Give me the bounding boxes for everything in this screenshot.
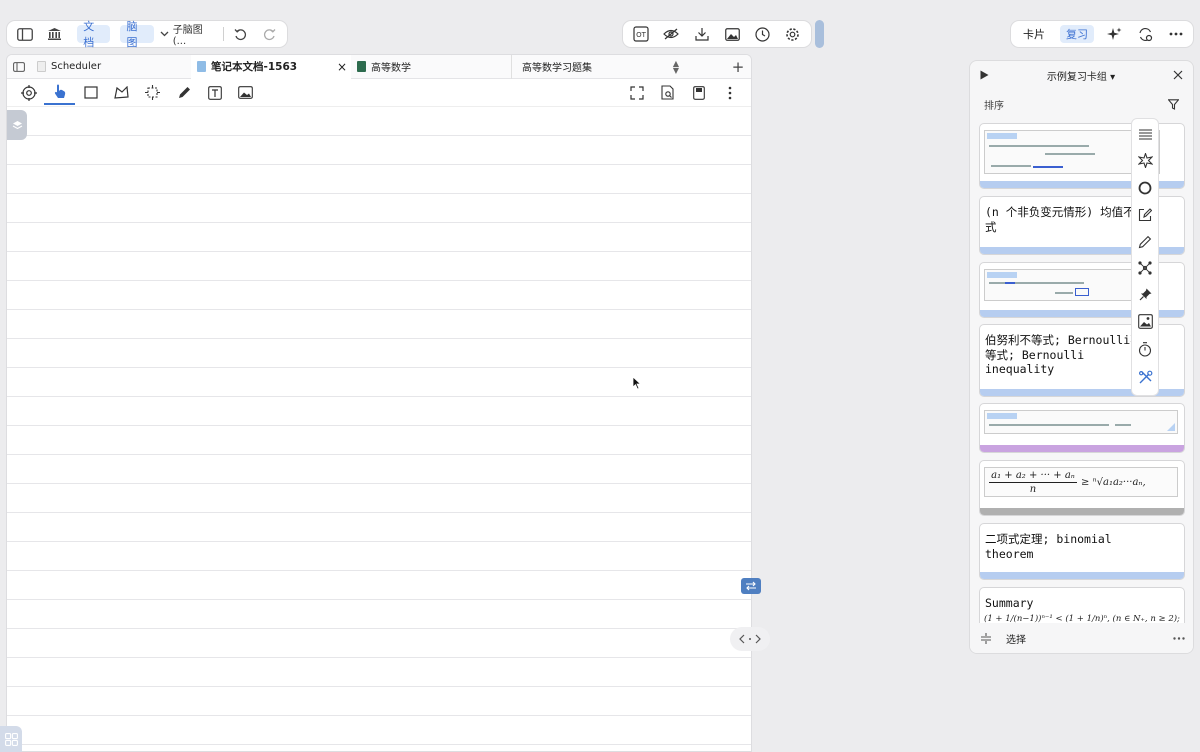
- node-graph-icon[interactable]: [1138, 261, 1152, 275]
- tab-label: Scheduler: [51, 61, 102, 72]
- mouse-cursor-icon: [632, 376, 642, 390]
- chevron-down-icon[interactable]: [160, 31, 169, 37]
- sort-lines-icon[interactable]: [980, 632, 992, 644]
- sidebar-toggle-icon[interactable]: [13, 24, 36, 44]
- sort-button[interactable]: 排序: [984, 97, 1004, 112]
- fullscreen-icon[interactable]: [621, 81, 652, 105]
- review-card[interactable]: 二项式定理; binomial theorem: [979, 523, 1185, 580]
- doc-mode-button[interactable]: 文档: [77, 20, 111, 49]
- card-status-strip: [980, 572, 1184, 579]
- eye-off-icon[interactable]: [657, 22, 685, 46]
- circle-icon[interactable]: [1138, 181, 1152, 195]
- image-icon[interactable]: [718, 22, 746, 46]
- swap-arrows-icon[interactable]: [741, 578, 761, 594]
- card-text: Summary: [985, 596, 1034, 610]
- play-icon[interactable]: [980, 70, 989, 80]
- document-pane: Scheduler 笔记本文档-1563 × 高等数学 高等数学习题集 ▲ ▼ +: [6, 54, 752, 752]
- card-thumbnail: [984, 269, 1154, 301]
- tab-scheduler[interactable]: Scheduler: [31, 55, 191, 79]
- split-view-icon[interactable]: [7, 61, 31, 72]
- document-search-icon[interactable]: [652, 81, 683, 105]
- edit-note-icon[interactable]: [1138, 208, 1152, 222]
- submap-selector[interactable]: 子脑图 (...: [173, 21, 218, 47]
- collapse-panel-icon[interactable]: [730, 627, 770, 651]
- book-icon: [357, 61, 366, 72]
- ocr-icon[interactable]: OT: [627, 22, 655, 46]
- download-icon[interactable]: [688, 22, 716, 46]
- hand-pointer-icon[interactable]: [44, 81, 75, 105]
- lasso-select-icon[interactable]: [106, 81, 137, 105]
- picture-icon[interactable]: [1137, 314, 1153, 329]
- deck-title[interactable]: 示例复习卡组 ▾: [1047, 68, 1115, 83]
- toolbar-divider: [222, 27, 224, 41]
- panel-footer: 选择: [970, 623, 1193, 653]
- notebook-canvas[interactable]: [7, 107, 751, 751]
- tab-notebook-doc[interactable]: 笔记本文档-1563 ×: [191, 55, 351, 79]
- settings-gear-icon[interactable]: [779, 22, 807, 46]
- timer-icon[interactable]: [1138, 341, 1152, 357]
- filter-icon[interactable]: [1168, 98, 1179, 110]
- pen-icon[interactable]: [168, 81, 199, 105]
- review-cards-panel: 示例复习卡组 ▾ 排序 (n 个非负变元情形) 均值不等 式 伯努利不等式; B…: [969, 60, 1194, 654]
- tab-label: 笔记本文档-1563: [211, 61, 298, 73]
- vertical-more-icon[interactable]: [714, 81, 745, 105]
- sync-settings-icon[interactable]: [1134, 24, 1156, 44]
- focus-target-icon[interactable]: [13, 81, 44, 105]
- select-button[interactable]: 选择: [1006, 631, 1026, 646]
- insert-image-icon[interactable]: [230, 81, 261, 105]
- card-text: 二项式定理; binomial theorem: [985, 532, 1112, 561]
- tab-math-exercises[interactable]: 高等数学习题集 ▲ ▼: [511, 55, 691, 79]
- tools-icon[interactable]: [1138, 370, 1153, 385]
- document-icon: [37, 61, 46, 72]
- mindmap-mode-button[interactable]: 脑图: [120, 20, 154, 49]
- footer-more-icon[interactable]: [1173, 636, 1185, 640]
- new-tab-plus-icon[interactable]: +: [725, 58, 751, 76]
- panel-header: 示例复习卡组 ▾: [970, 61, 1193, 89]
- formula-rhs: ≥ ⁿ√a₁a₂···aₙ,: [1081, 476, 1146, 488]
- tab-label: 高等数学习题集: [522, 63, 592, 74]
- svg-text:OT: OT: [636, 31, 647, 39]
- toolbar-drag-handle[interactable]: [815, 20, 824, 48]
- burst-icon[interactable]: [1137, 153, 1153, 169]
- formula-numerator: a₁ + a₂ + ··· + aₙ: [991, 469, 1075, 481]
- clock-icon[interactable]: [749, 22, 777, 46]
- layers-icon[interactable]: [7, 110, 27, 140]
- card-list: (n 个非负变元情形) 均值不等 式 伯努利不等式; Bernoulli不 等式…: [970, 123, 1193, 653]
- tab-label: 高等数学: [371, 63, 411, 74]
- center-toolbar: OT: [622, 20, 812, 48]
- tab-higher-math[interactable]: 高等数学: [351, 55, 511, 79]
- rectangle-select-icon[interactable]: [75, 81, 106, 105]
- card-formula: a₁ + a₂ + ··· + aₙ n ≥ ⁿ√a₁a₂···aₙ,: [984, 467, 1178, 497]
- pin-icon[interactable]: [1139, 288, 1152, 301]
- card-status-strip: [980, 508, 1184, 515]
- pencil-icon[interactable]: [1138, 235, 1152, 249]
- card-thumbnail: [984, 410, 1178, 434]
- review-mode-button[interactable]: 复习: [1060, 25, 1094, 43]
- top-left-toolbar: 文档 脑图 子脑图 (...: [6, 20, 288, 49]
- review-card[interactable]: a₁ + a₂ + ··· + aₙ n ≥ ⁿ√a₁a₂···aₙ,: [979, 460, 1185, 516]
- document-tools: [7, 79, 751, 107]
- close-icon[interactable]: [1173, 70, 1183, 80]
- card-tools-strip: [1131, 118, 1159, 396]
- tab-bar: Scheduler 笔记本文档-1563 × 高等数学 高等数学习题集 ▲ ▼ +: [7, 55, 751, 79]
- list-lines-icon[interactable]: [1138, 129, 1152, 140]
- cards-mode-button[interactable]: 卡片: [1017, 25, 1051, 43]
- panel-sort-bar: 排序: [970, 89, 1193, 119]
- formula-denominator: n: [1029, 483, 1037, 495]
- text-box-icon[interactable]: [199, 81, 230, 105]
- bookmark-save-icon[interactable]: [683, 81, 714, 105]
- tab-close-icon[interactable]: ×: [337, 60, 347, 74]
- review-card[interactable]: [979, 403, 1185, 453]
- library-icon[interactable]: [42, 24, 67, 44]
- tab-scroll-arrows-icon[interactable]: ▲ ▼: [673, 59, 679, 74]
- shape-select-icon[interactable]: [137, 81, 168, 105]
- apps-grid-icon[interactable]: [0, 726, 22, 752]
- undo-icon[interactable]: [229, 24, 252, 44]
- right-toolbar: 卡片 复习: [1010, 20, 1194, 48]
- more-options-icon[interactable]: [1165, 24, 1187, 44]
- sparkle-ai-icon[interactable]: [1103, 24, 1125, 44]
- card-status-strip: [980, 445, 1184, 452]
- notebook-icon: [197, 61, 206, 72]
- redo-icon[interactable]: [258, 24, 281, 44]
